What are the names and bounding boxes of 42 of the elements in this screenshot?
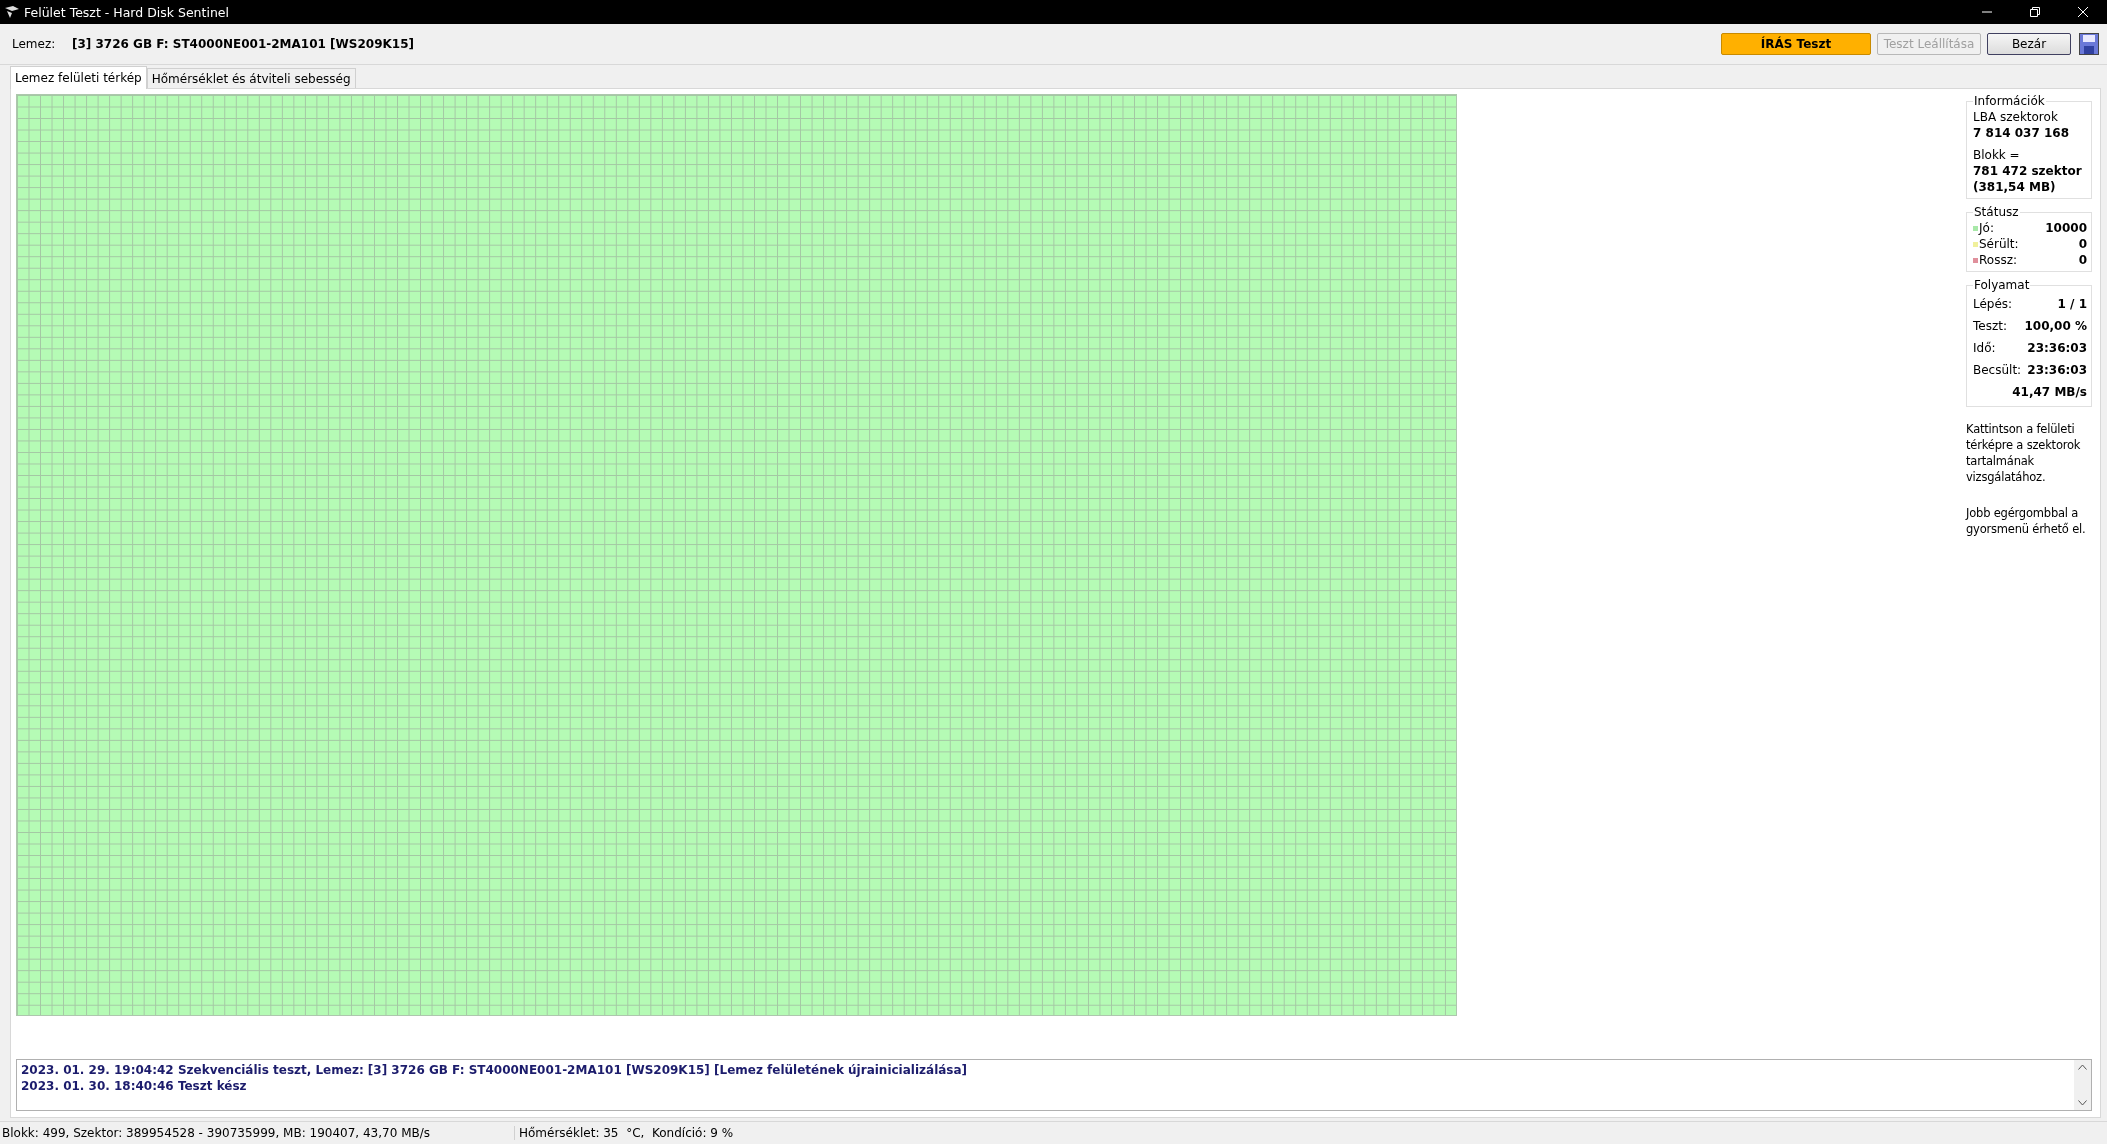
status-label: Jó: — [1979, 221, 1994, 235]
status-text: Blokk: 499, Szektor: 389954528 - 390735999, MB: 190407, 43,70 MB/s — [0, 1126, 515, 1140]
restore-icon[interactable] — [2030, 7, 2040, 17]
status-count: 10000 — [2045, 221, 2087, 235]
window-title: Felület Teszt - Hard Disk Sentinel — [23, 4, 230, 20]
block-label: Blokk = — [1973, 148, 2021, 162]
group-title: Státusz — [1973, 205, 2020, 219]
group-title: Folyamat — [1973, 278, 2031, 292]
status-count: 0 — [2078, 253, 2087, 267]
progress-label: Lépés: — [1973, 296, 2013, 313]
scrollbar[interactable] — [2074, 1060, 2091, 1110]
status-label: Rossz: — [1979, 253, 2017, 267]
status-label: Sérült: — [1979, 237, 2019, 251]
tab[interactable]: Lemez felületi térkép — [10, 66, 147, 89]
disk-name: [3] 3726 GB F: ST4000NE001-2MA101 [WS209K15] — [72, 37, 415, 51]
tab[interactable]: Hőmérséklet és átviteli sebesség — [146, 68, 356, 88]
status-count: 0 — [2078, 237, 2087, 251]
log-entry: 2023. 01. 29. 19:04:42 Szekvenciális teszt, Lemez: [3] 3726 GB F: ST4000NE001-2MA101 [WS209K15] [Lemez felületének újrainicializálása] — [21, 1062, 969, 1078]
progress-label: Becsült: — [1973, 362, 2022, 379]
progress-value: 1 / 1 — [2057, 296, 2087, 313]
scroll-down-icon[interactable] — [2078, 1100, 2087, 1106]
hint-text: Kattintson a felületi térképre a szektorok tartalmának vizsgálatához. — [1966, 421, 2082, 485]
block-value: 781 472 szektor — [1973, 164, 2083, 178]
progress-value: 41,47 MB/s — [2012, 384, 2087, 401]
block-size: (381,54 MB) — [1973, 180, 2057, 194]
progress-value: 23:36:03 — [2027, 362, 2087, 379]
progress-label: Teszt: — [1973, 318, 2007, 335]
scroll-up-icon[interactable] — [2078, 1064, 2087, 1070]
group-title: Információk — [1973, 94, 2046, 108]
disk-label: Lemez: — [12, 37, 57, 51]
lba-label: LBA szektorok — [1973, 110, 2059, 124]
close-icon[interactable] — [2078, 7, 2088, 17]
progress-label: Idő: — [1973, 340, 1996, 357]
log-entry: 2023. 01. 30. 18:40:46 Teszt kész — [21, 1078, 248, 1094]
close-button[interactable]: Bezár — [1987, 33, 2071, 55]
lba-value: 7 814 037 168 — [1973, 126, 2071, 140]
status-text: Hőmérséklet: 35 °C, Kondíció: 9 % — [518, 1126, 734, 1140]
hint-text: Jobb egérgombbal a gyorsmenü érhető el. — [1966, 505, 2087, 537]
progress-value: 100,00 % — [2024, 318, 2087, 335]
app-icon — [4, 5, 20, 19]
test-button[interactable]: ÍRÁS Teszt — [1721, 33, 1871, 55]
progress-value: 23:36:03 — [2027, 340, 2087, 357]
